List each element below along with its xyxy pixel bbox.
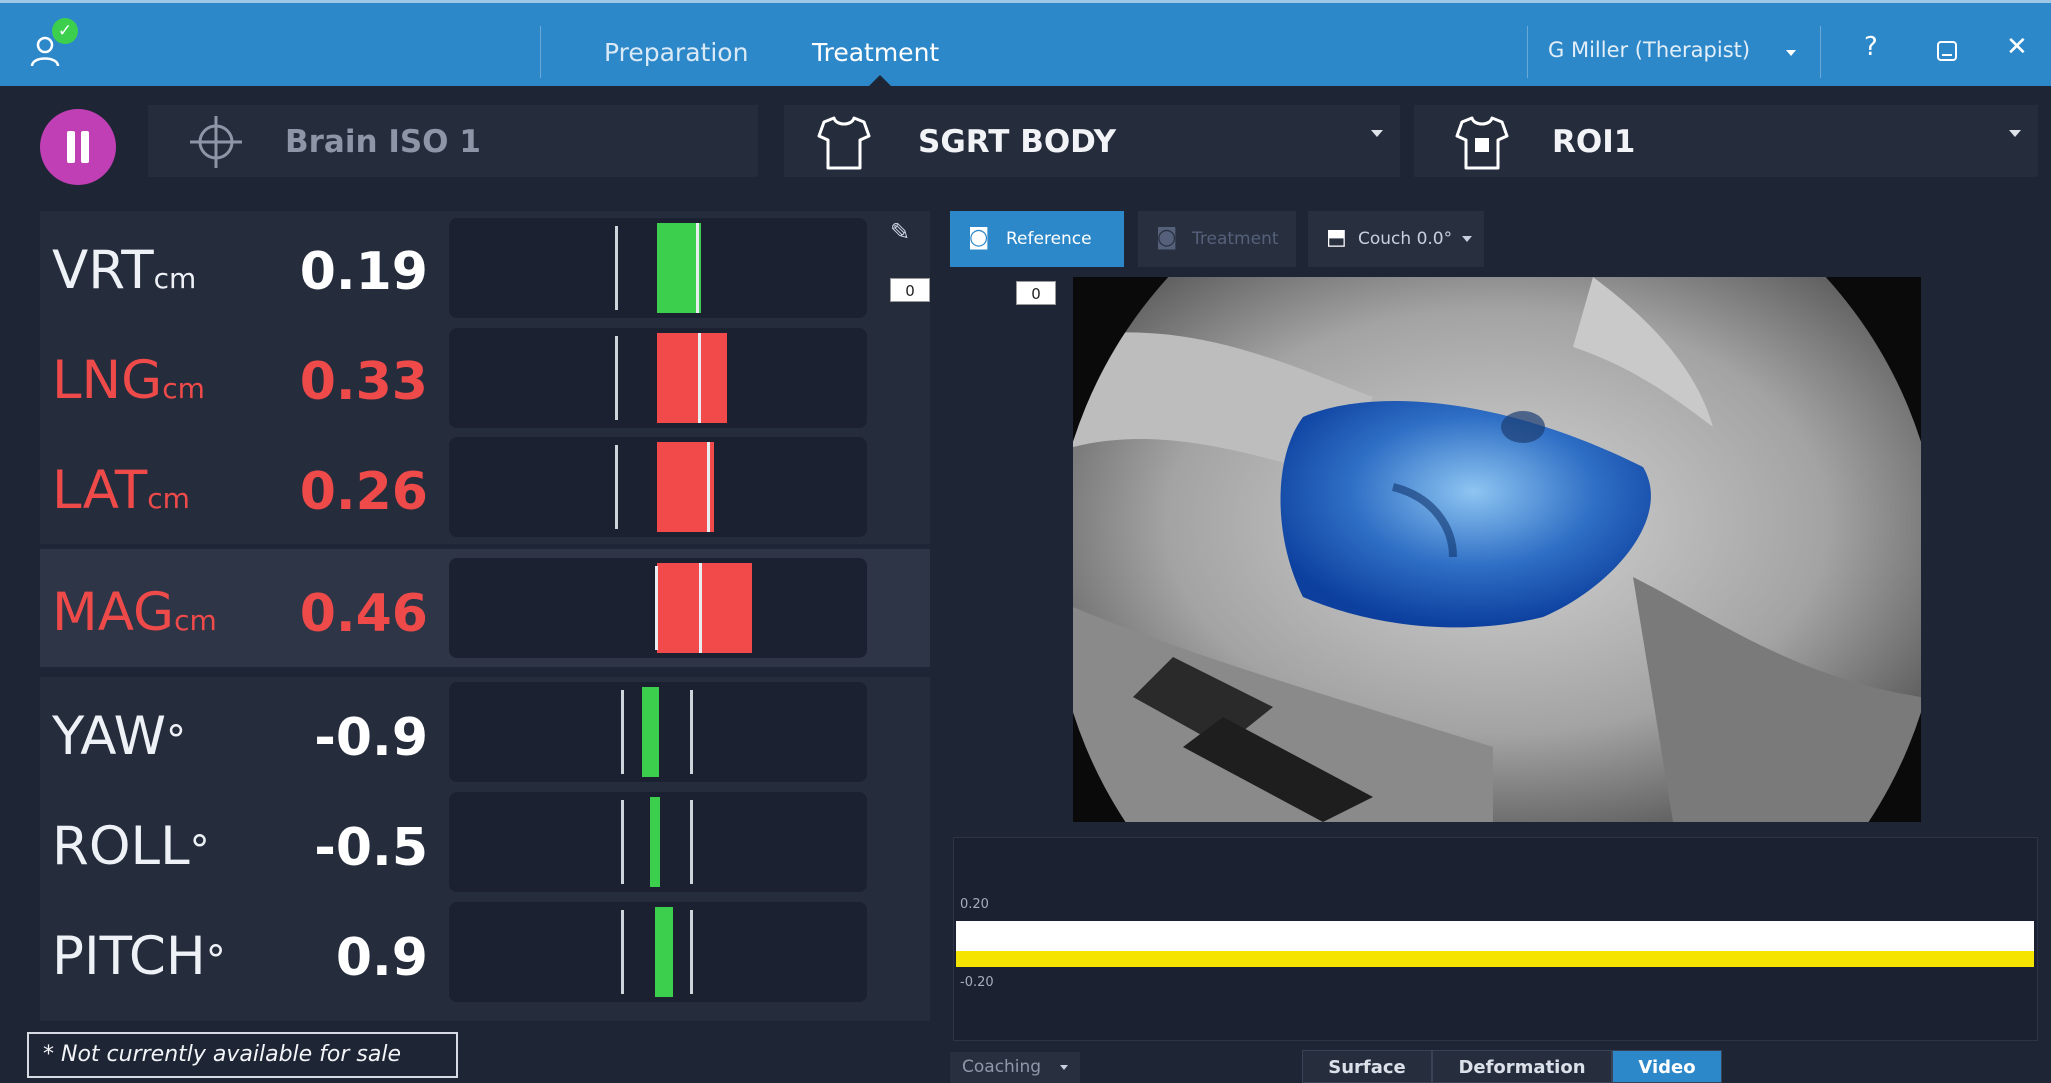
view-video-button[interactable]: Video: [1612, 1050, 1722, 1083]
camera-video-view[interactable]: [1073, 277, 1921, 822]
isocenter-label: Brain ISO 1: [285, 124, 481, 160]
toolbar-divider: [1527, 26, 1528, 78]
plot-gating-window: [956, 921, 2034, 951]
chevron-down-icon: [1060, 1065, 1068, 1070]
close-button[interactable]: ✕: [2006, 32, 2028, 62]
toolbar-divider: [540, 26, 541, 78]
chevron-down-icon: [1462, 236, 1472, 242]
window-icon[interactable]: [1936, 40, 1958, 62]
metric-label-pitch: PITCH°: [52, 926, 226, 987]
offset-box[interactable]: 0: [1016, 281, 1056, 305]
chevron-down-icon: [2009, 130, 2021, 137]
toolbar-divider: [1820, 26, 1821, 78]
couch-icon: ⬒: [1326, 225, 1347, 250]
metric-label-mag: MAGcm: [52, 582, 217, 643]
metric-value-yaw: -0.9: [314, 708, 428, 768]
gauge-lng: [449, 328, 867, 428]
camera-icon: ◙: [968, 225, 990, 250]
disclaimer-note: * Not currently available for sale: [27, 1032, 458, 1078]
plot-trace-band: [956, 951, 2034, 967]
status-check-icon: ✓: [52, 18, 78, 44]
plot-upper-threshold-label: 0.20: [960, 897, 989, 912]
camera-icon: ◙: [1156, 225, 1178, 250]
metric-value-lng: 0.33: [299, 352, 428, 412]
metric-value-pitch: 0.9: [335, 928, 428, 988]
metric-label-lng: LNGcm: [52, 350, 205, 411]
metric-value-roll: -0.5: [314, 818, 428, 878]
view-deformation-button[interactable]: Deformation: [1432, 1050, 1612, 1083]
shirt-icon: [817, 116, 871, 170]
tab-treatment[interactable]: Treatment: [812, 38, 939, 67]
gauge-mag: [449, 558, 867, 658]
patient-surface-image: [1073, 277, 1921, 822]
group-divider: [40, 667, 930, 677]
gauge-lat: [449, 437, 867, 537]
help-button[interactable]: ?: [1864, 32, 1878, 62]
gauge-roll: [449, 792, 867, 892]
metric-label-yaw: YAW°: [52, 706, 187, 767]
user-menu-chevron-icon[interactable]: [1786, 50, 1796, 56]
active-tab-indicator: [869, 75, 891, 86]
pause-button[interactable]: [40, 109, 116, 185]
chevron-down-icon: [1371, 130, 1383, 137]
metric-label-roll: ROLL°: [52, 816, 210, 877]
offset-box[interactable]: 0: [890, 278, 930, 302]
view-surface-button[interactable]: Surface: [1302, 1050, 1432, 1083]
user-menu[interactable]: G Miller (Therapist): [1548, 38, 1750, 62]
metric-label-lat: LATcm: [52, 460, 190, 521]
metric-value-vrt: 0.19: [299, 242, 428, 302]
metric-label-vrt: VRTcm: [52, 240, 197, 301]
roi-select-label: ROI1: [1552, 124, 1636, 160]
edit-pencil-icon[interactable]: ✎: [890, 218, 910, 246]
gauge-pitch: [449, 902, 867, 1002]
metric-value-mag: 0.46: [299, 584, 428, 644]
gauge-vrt: [449, 218, 867, 318]
couch-angle-select[interactable]: ⬒ Couch 0.0°: [1308, 211, 1484, 267]
surface-select-label: SGRT BODY: [918, 124, 1117, 160]
roi-shirt-icon: [1455, 116, 1509, 170]
coaching-select[interactable]: Coaching: [950, 1052, 1080, 1083]
tab-preparation[interactable]: Preparation: [604, 38, 748, 67]
metric-value-lat: 0.26: [299, 462, 428, 522]
plot-lower-threshold-label: -0.20: [960, 975, 994, 990]
reference-button[interactable]: ◙ Reference: [950, 211, 1124, 267]
gauge-yaw: [449, 682, 867, 782]
crosshair-icon: [190, 116, 242, 168]
treatment-capture-button[interactable]: ◙ Treatment: [1138, 211, 1296, 267]
